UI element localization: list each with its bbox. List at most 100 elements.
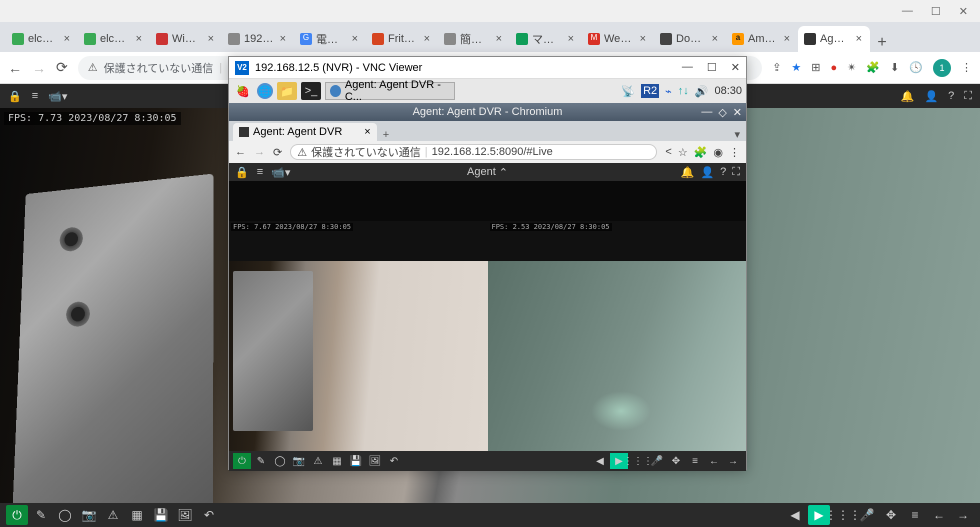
tab-192[interactable]: 192.16×	[222, 26, 294, 52]
edit-button[interactable]: ✎	[30, 505, 52, 525]
profile-avatar[interactable]: 1	[933, 59, 951, 77]
list-button[interactable]: ≡	[904, 505, 926, 525]
vnc-close-button[interactable]: ✕	[731, 61, 740, 74]
chromium-close-button[interactable]: ✕	[733, 106, 742, 119]
inner-url-input[interactable]: ⚠ 保護されていない通信 | 192.168.12.5:8090/#Live	[290, 144, 657, 160]
inner-edit-button[interactable]: ✎	[252, 453, 270, 469]
close-tab-icon[interactable]: ×	[782, 33, 792, 45]
gallery-button[interactable]: 🖼	[174, 505, 196, 525]
close-tab-icon[interactable]: ×	[62, 33, 72, 45]
vnc-minimize-button[interactable]: —	[682, 61, 693, 74]
reload-button[interactable]: ⟳	[56, 59, 68, 76]
raspberry-menu-icon[interactable]: 🍓	[233, 82, 253, 100]
inner-agent-title[interactable]: Agent	[467, 166, 496, 178]
close-button[interactable]: ✕	[959, 5, 968, 18]
close-tab-icon[interactable]: ×	[638, 33, 648, 45]
inner-reload-button[interactable]: ⟳	[273, 146, 282, 159]
list-icon[interactable]: ≡	[32, 90, 38, 102]
inner-record-button[interactable]: ◯	[271, 453, 289, 469]
extensions-icon-2[interactable]: 🧩	[866, 61, 880, 74]
bluetooth-icon[interactable]: ⌁	[665, 85, 672, 98]
prev-button[interactable]: ◀	[784, 505, 806, 525]
close-tab-icon[interactable]: ×	[422, 33, 432, 45]
new-tab-button[interactable]: +	[870, 34, 894, 52]
inner-grid-button[interactable]: ▦	[328, 453, 346, 469]
inner-nav-right-button[interactable]: →	[724, 453, 742, 469]
history-icon[interactable]: 🕓	[909, 61, 923, 74]
tab-window[interactable]: Windo×	[150, 26, 222, 52]
inner-save-button[interactable]: 💾	[347, 453, 365, 469]
chromium-title-bar[interactable]: Agent: Agent DVR - Chromium — ◇ ✕	[229, 103, 746, 121]
tab-gmail[interactable]: MWelcom×	[582, 26, 654, 52]
close-tab-icon[interactable]: ×	[350, 33, 360, 45]
inner-menu-icon[interactable]: ⋮	[729, 146, 740, 159]
close-tab-icon[interactable]: ×	[710, 33, 720, 45]
inner-camera-menu-icon[interactable]: 📹▾	[271, 166, 290, 179]
volume-icon[interactable]: 🔊	[695, 85, 709, 98]
close-tab-icon[interactable]: ×	[494, 33, 504, 45]
camera-pane-2[interactable]: FPS: 2.53 2023/08/27 8:30:05	[488, 181, 747, 451]
vnc-tray-icon[interactable]: 📡	[621, 85, 635, 98]
close-tab-icon[interactable]: ×	[134, 33, 144, 45]
chromium-maximize-button[interactable]: ◇	[718, 106, 726, 119]
maximize-button[interactable]: ☐	[931, 5, 941, 18]
network-up-icon[interactable]: ↑↓	[678, 85, 689, 97]
user-icon[interactable]: 👤	[924, 90, 938, 103]
caret-up-icon[interactable]: ⌃	[499, 166, 508, 179]
inner-gallery-button[interactable]: 🖼	[366, 453, 384, 469]
bookmark-star-icon[interactable]: ★	[791, 61, 801, 74]
web-browser-icon[interactable]: 🌐	[257, 83, 273, 99]
fullscreen-icon[interactable]: ⛶	[964, 90, 972, 103]
inner-puzzle-icon[interactable]: 🧩	[694, 146, 708, 159]
tab-elchika-1[interactable]: elchika×	[6, 26, 78, 52]
tab-google[interactable]: G電気回×	[294, 26, 366, 52]
save-button[interactable]: 💾	[150, 505, 172, 525]
inner-tab-agent[interactable]: Agent: Agent DVR ×	[233, 123, 377, 141]
close-tab-icon[interactable]: ×	[206, 33, 216, 45]
grid-button[interactable]: ▦	[126, 505, 148, 525]
inner-back-button[interactable]: ←	[235, 146, 246, 158]
inner-mic-button[interactable]: 🎤	[648, 453, 666, 469]
forward-button[interactable]: →	[32, 60, 46, 76]
minimize-button[interactable]: —	[902, 5, 913, 17]
tab-drive[interactable]: マイドラ×	[510, 26, 582, 52]
nav-right-button[interactable]: →	[952, 505, 974, 525]
vnc-title-bar[interactable]: V2 192.168.12.5 (NVR) - VNC Viewer — ☐ ✕	[229, 57, 746, 79]
snapshot-button[interactable]: 📷	[78, 505, 100, 525]
camera-pane-1[interactable]: FPS: 7.67 2023/08/27 8:30:05	[229, 181, 488, 451]
terminal-icon[interactable]: >_	[301, 82, 321, 100]
extension-dot-icon[interactable]: ●	[831, 62, 838, 74]
bell-icon[interactable]: 🔔	[901, 90, 915, 103]
inner-star-icon[interactable]: ☆	[678, 146, 688, 159]
camera-menu-icon[interactable]: 📹▾	[48, 90, 67, 103]
inner-undo-button[interactable]: ↶	[385, 453, 403, 469]
ptz-button[interactable]: ✥	[880, 505, 902, 525]
tab-download[interactable]: Downlo×	[654, 26, 726, 52]
back-button[interactable]: ←	[8, 60, 22, 76]
inner-forward-button[interactable]: →	[254, 146, 265, 158]
chromium-minimize-button[interactable]: —	[701, 106, 712, 119]
inner-snapshot-button[interactable]: 📷	[290, 453, 308, 469]
tab-amazon[interactable]: aAmazo×	[726, 26, 798, 52]
inner-alerts-button[interactable]: ⚠	[309, 453, 327, 469]
vnc-viewer-window[interactable]: V2 192.168.12.5 (NVR) - VNC Viewer — ☐ ✕…	[228, 56, 747, 470]
help-icon[interactable]: ?	[948, 90, 954, 103]
close-tab-icon[interactable]: ×	[278, 33, 288, 45]
layout-grid-button[interactable]: ⋮⋮⋮	[832, 505, 854, 525]
inner-prev-button[interactable]: ◀	[591, 453, 609, 469]
inner-help-icon[interactable]: ?	[720, 166, 726, 179]
power-button[interactable]: ⏻	[6, 505, 28, 525]
inner-fullscreen-icon[interactable]: ⛶	[732, 166, 740, 179]
inner-share-icon[interactable]: <	[665, 146, 671, 159]
record-button[interactable]: ◯	[54, 505, 76, 525]
tab-simple[interactable]: 簡単な×	[438, 26, 510, 52]
close-tab-icon[interactable]: ×	[566, 33, 576, 45]
tab-fritzing[interactable]: Fritzing×	[366, 26, 438, 52]
vnc-maximize-button[interactable]: ☐	[707, 61, 717, 74]
tab-elchika-2[interactable]: elchika×	[78, 26, 150, 52]
close-tab-icon[interactable]: ×	[854, 33, 864, 45]
download-icon[interactable]: ⬇	[890, 61, 899, 74]
inner-bell-icon[interactable]: 🔔	[681, 166, 695, 179]
nav-left-button[interactable]: ←	[928, 505, 950, 525]
inner-nav-left-button[interactable]: ←	[705, 453, 723, 469]
